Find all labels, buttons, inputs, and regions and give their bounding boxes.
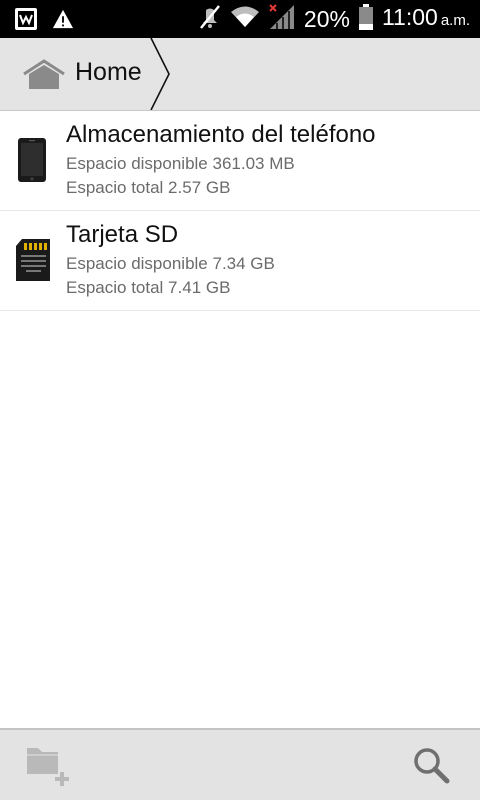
battery-percent: 20%	[303, 6, 350, 32]
wifi-icon	[230, 5, 260, 34]
breadcrumb-chevron-icon	[148, 37, 174, 115]
new-folder-button[interactable]	[24, 742, 74, 788]
mute-icon	[198, 4, 222, 35]
status-bar: 20% 11:00 a.m.	[0, 0, 480, 38]
storage-total: Espacio total 2.57 GB	[66, 178, 231, 197]
storage-available: Espacio disponible 361.03 MB	[66, 154, 295, 173]
clock-ampm: a.m.	[440, 12, 470, 29]
search-icon	[414, 748, 450, 784]
storage-total: Espacio total 7.41 GB	[66, 278, 231, 297]
storage-item-sd-card[interactable]: Tarjeta SD Espacio disponible 7.34 GB Es…	[0, 211, 480, 311]
notification-app-icon	[14, 7, 38, 36]
search-button[interactable]	[412, 746, 452, 786]
storage-item-phone[interactable]: Almacenamiento del teléfono Espacio disp…	[0, 111, 480, 211]
storage-item-title: Tarjeta SD	[66, 221, 179, 248]
warning-icon	[52, 8, 74, 35]
new-folder-icon	[27, 748, 69, 786]
breadcrumb: Home	[0, 37, 480, 111]
breadcrumb-home[interactable]: Home	[0, 37, 172, 111]
home-icon	[22, 58, 66, 95]
breadcrumb-home-label: Home	[75, 58, 142, 86]
sd-card-icon	[14, 237, 52, 288]
storage-item-title: Almacenamiento del teléfono	[66, 121, 376, 148]
status-clock: 11:00 a.m.	[382, 0, 470, 40]
storage-available: Espacio disponible 7.34 GB	[66, 254, 275, 273]
phone-icon	[14, 137, 50, 188]
bottom-action-bar	[0, 728, 480, 800]
signal-icon	[268, 3, 296, 36]
battery-icon	[358, 3, 374, 35]
status-left-icons	[14, 7, 74, 36]
file-manager-screen: 20% 11:00 a.m. Home Almacenamiento del t…	[0, 0, 480, 800]
storage-list: Almacenamiento del teléfono Espacio disp…	[0, 111, 480, 311]
clock-time: 11:00	[381, 4, 438, 30]
status-right-icons: 20% 11:00 a.m.	[198, 0, 470, 38]
